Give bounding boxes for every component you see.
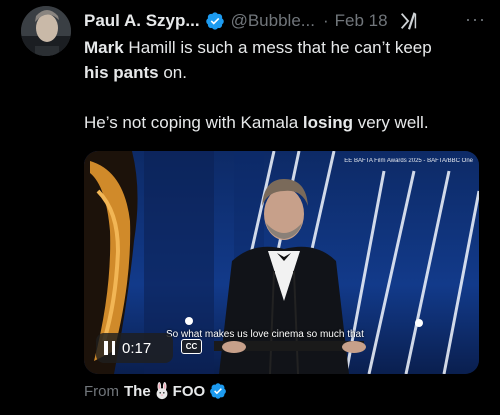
- tweet-header: Paul A. Szyp... @Bubble... · Feb 18 ···: [84, 9, 486, 33]
- video-player[interactable]: EE BAFTA Film Awards 2025 - BAFTA/BBC On…: [84, 151, 479, 374]
- author-handle[interactable]: @Bubble...: [231, 11, 315, 31]
- broadcast-watermark: EE BAFTA Film Awards 2025 - BAFTA/BBC On…: [344, 158, 473, 164]
- author-name[interactable]: Paul A. Szyp...: [84, 11, 200, 31]
- tweet-paragraph-2: He’s not coping with Kamala losing very …: [84, 110, 488, 135]
- video-time: 0:17: [122, 339, 152, 357]
- tweet-date[interactable]: Feb 18: [335, 11, 388, 31]
- tweet-text: Mark Hamill is such a mess that he can’t…: [84, 35, 488, 135]
- source-name-pre[interactable]: The: [124, 383, 151, 400]
- cc-icon[interactable]: CC: [181, 339, 202, 354]
- tweet-paragraph-1: Mark Hamill is such a mess that he can’t…: [84, 35, 488, 85]
- text-run: He’s not coping with Kamala: [84, 113, 303, 132]
- verified-badge-icon: [209, 382, 227, 400]
- separator-dot: ·: [322, 11, 329, 30]
- text-run: on.: [158, 63, 187, 82]
- verified-badge-icon: [205, 11, 225, 31]
- text-run: Hamill is such a mess that he can’t keep: [123, 38, 432, 57]
- playback-controls[interactable]: 0:17: [96, 333, 173, 363]
- more-icon[interactable]: ···: [465, 9, 486, 30]
- from-label: From: [84, 382, 119, 400]
- avatar-image: [21, 6, 71, 56]
- text-run: very well.: [352, 113, 429, 132]
- grok-icon[interactable]: [398, 10, 420, 32]
- source-attribution: From The FOO: [84, 380, 227, 402]
- source-name-post[interactable]: FOO: [173, 383, 206, 400]
- rabbit-emoji-icon: [153, 382, 171, 400]
- avatar[interactable]: [21, 6, 71, 56]
- pause-icon[interactable]: [104, 341, 115, 355]
- bold-mark: Mark: [84, 38, 124, 57]
- bold-losing: losing: [302, 113, 353, 132]
- bold-his-pants: his pants: [84, 63, 159, 82]
